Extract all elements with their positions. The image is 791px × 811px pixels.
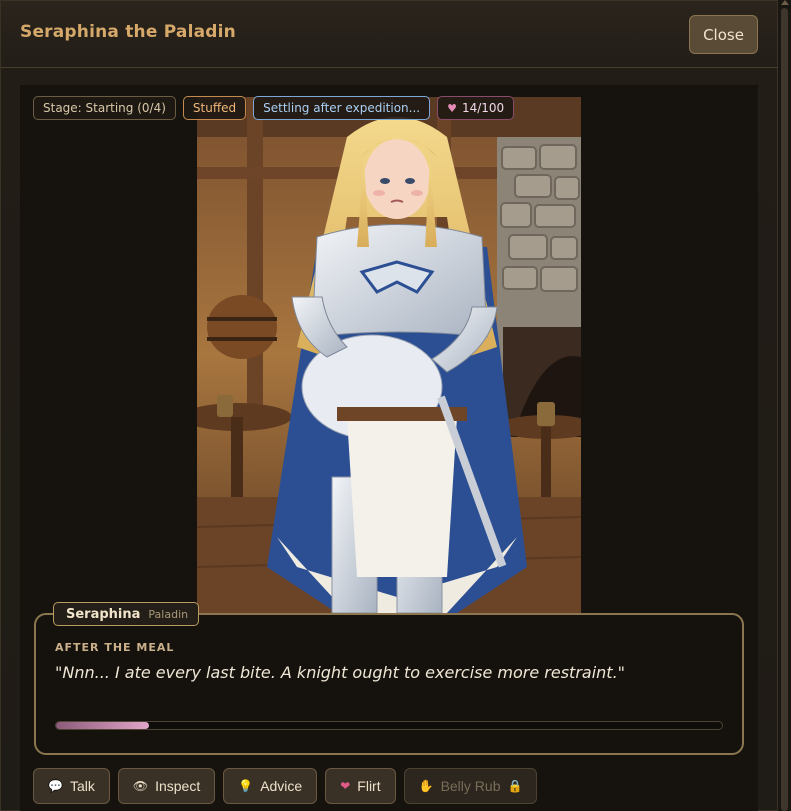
- talk-label: Talk: [69, 778, 95, 794]
- heart-icon: ♥: [447, 101, 457, 115]
- affection-badge: ♥ 14/100: [437, 96, 515, 120]
- character-window: Seraphina the Paladin Close Stage: Start…: [0, 0, 779, 811]
- advice-label: Advice: [260, 778, 303, 794]
- advice-button[interactable]: 💡 Advice: [223, 768, 318, 804]
- window-header: Seraphina the Paladin Close: [1, 1, 779, 68]
- scrollbar-thumb[interactable]: [781, 8, 788, 811]
- flirt-label: Flirt: [357, 778, 381, 794]
- mood-badge: Stuffed: [182, 96, 247, 120]
- scroll-up-arrow-icon[interactable]: [781, 0, 789, 5]
- speaker-name: Seraphina: [66, 606, 141, 622]
- status-badges: Stage: Starting (0/4) Stuffed Settling a…: [33, 96, 515, 120]
- dialog-box: [34, 613, 744, 755]
- belly-rub-label: Belly Rub: [440, 778, 501, 794]
- window-title: Seraphina the Paladin: [20, 22, 236, 42]
- eye-icon: 👁: [132, 779, 149, 793]
- speaker-class: Paladin: [148, 607, 189, 621]
- lightbulb-icon: 💡: [238, 779, 254, 793]
- stage-badge: Stage: Starting (0/4): [33, 96, 176, 120]
- character-portrait: [197, 97, 581, 613]
- heart-icon: ❤: [340, 779, 351, 793]
- action-bar: 💬 Talk 👁 Inspect 💡 Advice ❤ Flirt ✋ Bell…: [33, 768, 538, 804]
- lock-icon: 🔒: [507, 779, 523, 793]
- inspect-label: Inspect: [155, 778, 201, 794]
- belly-rub-button[interactable]: ✋ Belly Rub 🔒: [403, 768, 538, 804]
- dialog-quote: "Nnn... I ate every last bite. A knight …: [55, 663, 626, 682]
- inspect-button[interactable]: 👁 Inspect: [117, 768, 216, 804]
- status-badge: Settling after expedition...: [253, 96, 431, 120]
- scrollbar[interactable]: [778, 0, 791, 811]
- flirt-button[interactable]: ❤ Flirt: [325, 768, 396, 804]
- hand-icon: ✋: [418, 779, 434, 793]
- affection-value: 14/100: [461, 101, 505, 115]
- progress-fill: [56, 722, 150, 729]
- talk-button[interactable]: 💬 Talk: [33, 768, 110, 804]
- speaker-nameplate: Seraphina Paladin: [53, 602, 200, 626]
- dialog-progress-bar: [55, 721, 723, 730]
- scene-label: AFTER THE MEAL: [55, 641, 175, 654]
- close-button[interactable]: Close: [689, 15, 758, 54]
- speech-bubble-icon: 💬: [48, 779, 63, 793]
